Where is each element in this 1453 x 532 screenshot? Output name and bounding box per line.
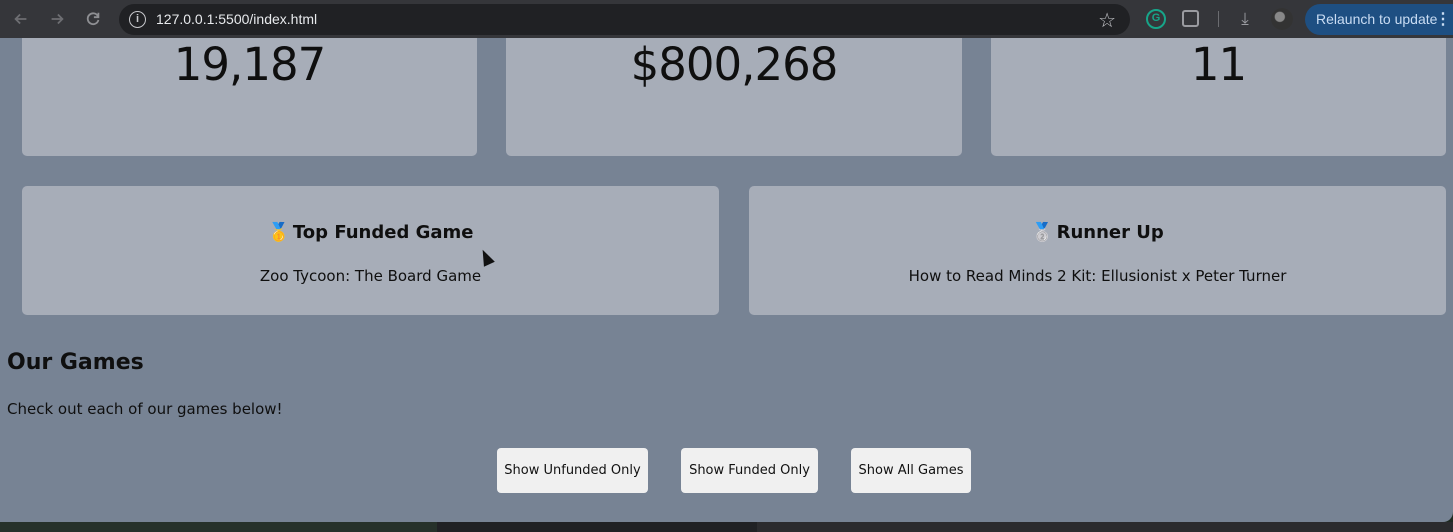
show-unfunded-button[interactable]: Show Unfunded Only [497, 448, 648, 493]
stat-card-games: 11 [991, 38, 1446, 156]
gold-medal-icon: 🥇 [267, 222, 290, 243]
runner-up-game-name: How to Read Minds 2 Kit: Ellusionist x P… [908, 267, 1287, 285]
stat-value: $800,268 [630, 38, 839, 91]
top-funded-title: 🥇 Top Funded Game [22, 222, 719, 243]
more-menu-icon[interactable]: ⋮ [1435, 4, 1451, 35]
desktop-background [0, 522, 1453, 532]
stat-value: 19,187 [173, 38, 326, 91]
extensions-puzzle-icon[interactable] [1182, 10, 1199, 27]
toolbar-divider [1218, 11, 1219, 27]
back-icon[interactable] [10, 8, 32, 30]
our-games-heading: Our Games [7, 350, 144, 375]
address-url[interactable]: 127.0.0.1:5500/index.html [156, 11, 317, 27]
address-bar[interactable]: i 127.0.0.1:5500/index.html ☆ [119, 4, 1130, 35]
relaunch-label: Relaunch to update [1316, 11, 1438, 27]
forward-icon[interactable] [46, 8, 68, 30]
stat-card-raised: $800,268 [506, 38, 962, 156]
runner-up-label: Runner Up [1056, 222, 1164, 243]
page-content: 19,187 $800,268 11 🥇 Top Funded Game Zoo … [0, 38, 1453, 522]
stat-card-contributions: 19,187 [22, 38, 477, 156]
top-funded-card: 🥇 Top Funded Game Zoo Tycoon: The Board G… [22, 186, 719, 315]
stat-value: 11 [1190, 38, 1247, 91]
reload-icon[interactable] [82, 8, 104, 30]
our-games-subtitle: Check out each of our games below! [7, 400, 283, 418]
top-funded-label: Top Funded Game [292, 222, 474, 243]
top-funded-game-name: Zoo Tycoon: The Board Game [259, 267, 482, 285]
site-info-icon[interactable]: i [129, 11, 146, 28]
relaunch-button[interactable]: Relaunch to update ⋮ [1305, 4, 1453, 35]
show-all-games-button[interactable]: Show All Games [851, 448, 971, 493]
show-funded-button[interactable]: Show Funded Only [681, 448, 818, 493]
browser-toolbar: i 127.0.0.1:5500/index.html ☆ G ⤓ Relaun… [0, 0, 1453, 38]
download-icon[interactable]: ⤓ [1235, 9, 1255, 29]
profile-avatar[interactable] [1271, 8, 1293, 30]
runner-up-card: 🥈 Runner Up How to Read Minds 2 Kit: Ellu… [749, 186, 1446, 315]
runner-up-title: 🥈 Runner Up [749, 222, 1446, 243]
grammarly-extension-icon[interactable]: G [1146, 9, 1166, 29]
bookmark-star-icon[interactable]: ☆ [1098, 8, 1116, 33]
silver-medal-icon: 🥈 [1031, 222, 1054, 243]
